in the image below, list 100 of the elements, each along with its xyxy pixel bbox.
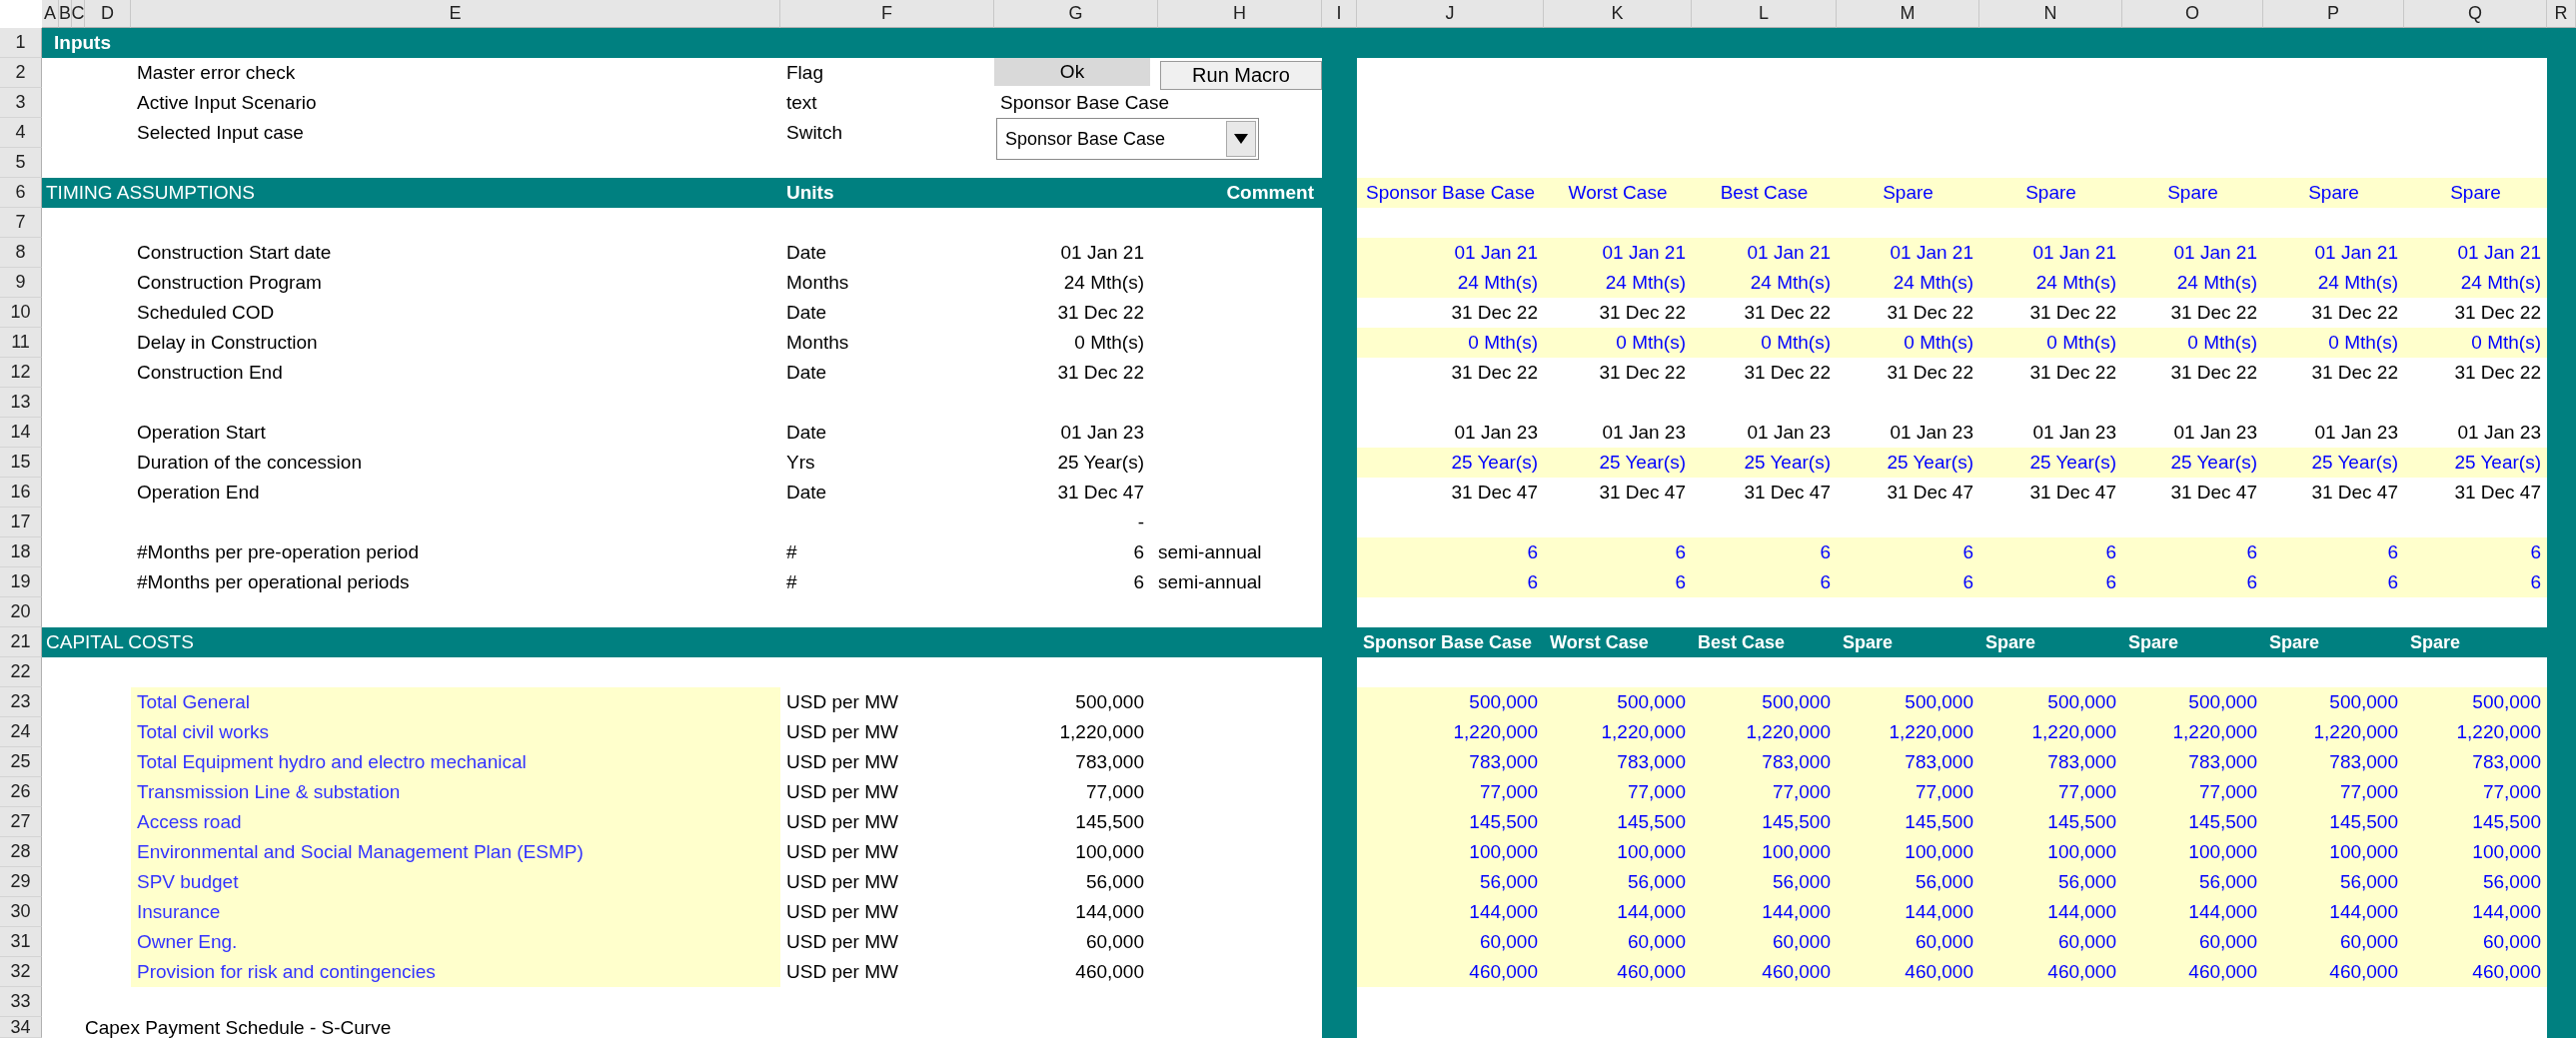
row-number[interactable]: 5 (0, 148, 42, 178)
row-number[interactable]: 4 (0, 118, 42, 148)
column-header[interactable]: A (42, 0, 59, 28)
row-number[interactable]: 13 (0, 388, 42, 418)
case-dropdown[interactable]: Sponsor Base Case (996, 118, 1259, 160)
row-number[interactable]: 15 (0, 448, 42, 478)
table-cell: 6 (1979, 537, 2122, 567)
row-number[interactable]: 2 (0, 58, 42, 88)
table-cell: 60,000 (1979, 927, 2122, 957)
table-cell: 01 Jan 21 (1357, 238, 1544, 268)
row-number[interactable]: 14 (0, 418, 42, 448)
row-number[interactable]: 30 (0, 897, 42, 927)
table-cell-text: 31 Dec 47 (2453, 481, 2542, 505)
table-cell: 01 Jan 21 (1979, 238, 2122, 268)
row-number[interactable]: 21 (0, 627, 42, 657)
table-cell: 145,500 (1837, 807, 1979, 837)
row-number[interactable]: 25 (0, 747, 42, 777)
table-cell: 500,000 (2122, 687, 2263, 717)
column-header[interactable]: L (1692, 0, 1837, 28)
row-number[interactable]: 18 (0, 537, 42, 567)
table-cell-text: 01 Jan 23 (1453, 421, 1539, 445)
row-number[interactable]: 22 (0, 657, 42, 687)
table-cell-text: USD per MW (785, 720, 899, 744)
table-cell-text: 01 Jan 23 (2031, 421, 2117, 445)
column-header[interactable]: H (1158, 0, 1322, 28)
table-cell: 60,000 (1544, 927, 1692, 957)
row-number[interactable]: 6 (0, 178, 42, 208)
row-number[interactable]: 16 (0, 478, 42, 508)
row-number[interactable]: 10 (0, 298, 42, 328)
column-header[interactable]: R (2547, 0, 2576, 28)
table-cell-text: 31 Dec 47 (1743, 481, 1832, 505)
case-heading: Spare (1837, 627, 1979, 657)
row-number[interactable]: 24 (0, 717, 42, 747)
row-number[interactable]: 31 (0, 927, 42, 957)
table-cell: 500,000 (1979, 687, 2122, 717)
row-number[interactable]: 32 (0, 957, 42, 987)
table-cell: 100,000 (1979, 837, 2122, 867)
table-cell-text: 0 Mth(s) (1073, 331, 1145, 355)
column-header[interactable]: J (1357, 0, 1544, 28)
row-number[interactable]: 11 (0, 328, 42, 358)
table-cell: 144,000 (1979, 897, 2122, 927)
table-cell: 145,500 (1544, 807, 1692, 837)
case-heading: Spare (2122, 178, 2263, 208)
table-cell-text: text (785, 91, 818, 115)
table-cell: 24 Mth(s) (1692, 268, 1837, 298)
table-cell: 783,000 (1837, 747, 1979, 777)
row-number[interactable]: 1 (0, 28, 42, 58)
column-header[interactable]: P (2263, 0, 2404, 28)
table-cell: 145,500 (1692, 807, 1837, 837)
table-cell: 783,000 (1357, 747, 1544, 777)
row-number[interactable]: 19 (0, 567, 42, 597)
row-number[interactable]: 7 (0, 208, 42, 238)
column-header[interactable]: G (994, 0, 1158, 28)
table-cell-text: 31 Dec 47 (2310, 481, 2399, 505)
column-header[interactable]: E (131, 0, 780, 28)
case-heading: Worst Case (1544, 178, 1692, 208)
row-number[interactable]: 27 (0, 807, 42, 837)
table-cell: 56,000 (1544, 867, 1692, 897)
table-cell: Total General (131, 687, 780, 717)
run-macro-button[interactable]: Run Macro (1160, 61, 1322, 90)
column-header[interactable]: C (72, 0, 85, 28)
table-cell: 25 Year(s) (1837, 448, 1979, 478)
sheet-title: Inputs (54, 32, 111, 54)
table-cell-text: Date (785, 481, 828, 505)
table-cell: 77,000 (2263, 777, 2404, 807)
column-header[interactable]: F (780, 0, 994, 28)
column-header[interactable]: Q (2404, 0, 2547, 28)
table-cell-text: 6 (1132, 540, 1145, 564)
column-header[interactable]: N (1979, 0, 2122, 28)
table-cell: Total Equipment hydro and electro mechanical (131, 747, 780, 777)
row-number[interactable]: 33 (0, 987, 42, 1017)
row-number[interactable]: 29 (0, 867, 42, 897)
table-cell: 77,000 (1979, 777, 2122, 807)
column-header[interactable]: I (1322, 0, 1357, 28)
row-number[interactable]: 3 (0, 88, 42, 118)
row-number[interactable]: 23 (0, 687, 42, 717)
table-cell-text: # (785, 570, 798, 594)
table-cell: 6 (1357, 537, 1544, 567)
column-header[interactable]: K (1544, 0, 1692, 28)
column-header[interactable]: B (59, 0, 72, 28)
column-header[interactable]: M (1837, 0, 1979, 28)
column-header[interactable]: D (85, 0, 131, 28)
table-cell: 01 Jan 21 (1544, 238, 1692, 268)
row-number[interactable]: 20 (0, 597, 42, 627)
table-cell: 144,000 (1357, 897, 1544, 927)
row-number[interactable]: 34 (0, 1017, 42, 1038)
row-number[interactable]: 8 (0, 238, 42, 268)
row-number[interactable]: 9 (0, 268, 42, 298)
table-cell-text: - (1136, 511, 1145, 534)
table-cell-text: Duration of the concession (136, 451, 363, 475)
table-cell: 100,000 (2404, 837, 2547, 867)
table-cell: SPV budget (131, 867, 780, 897)
table-cell: 100,000 (1357, 837, 1544, 867)
row-number[interactable]: 26 (0, 777, 42, 807)
column-header[interactable]: O (2122, 0, 2263, 28)
row-number[interactable]: 28 (0, 837, 42, 867)
row-number[interactable]: 17 (0, 508, 42, 537)
table-cell: 460,000 (1979, 957, 2122, 987)
table-cell: 6 (2404, 567, 2547, 597)
row-number[interactable]: 12 (0, 358, 42, 388)
